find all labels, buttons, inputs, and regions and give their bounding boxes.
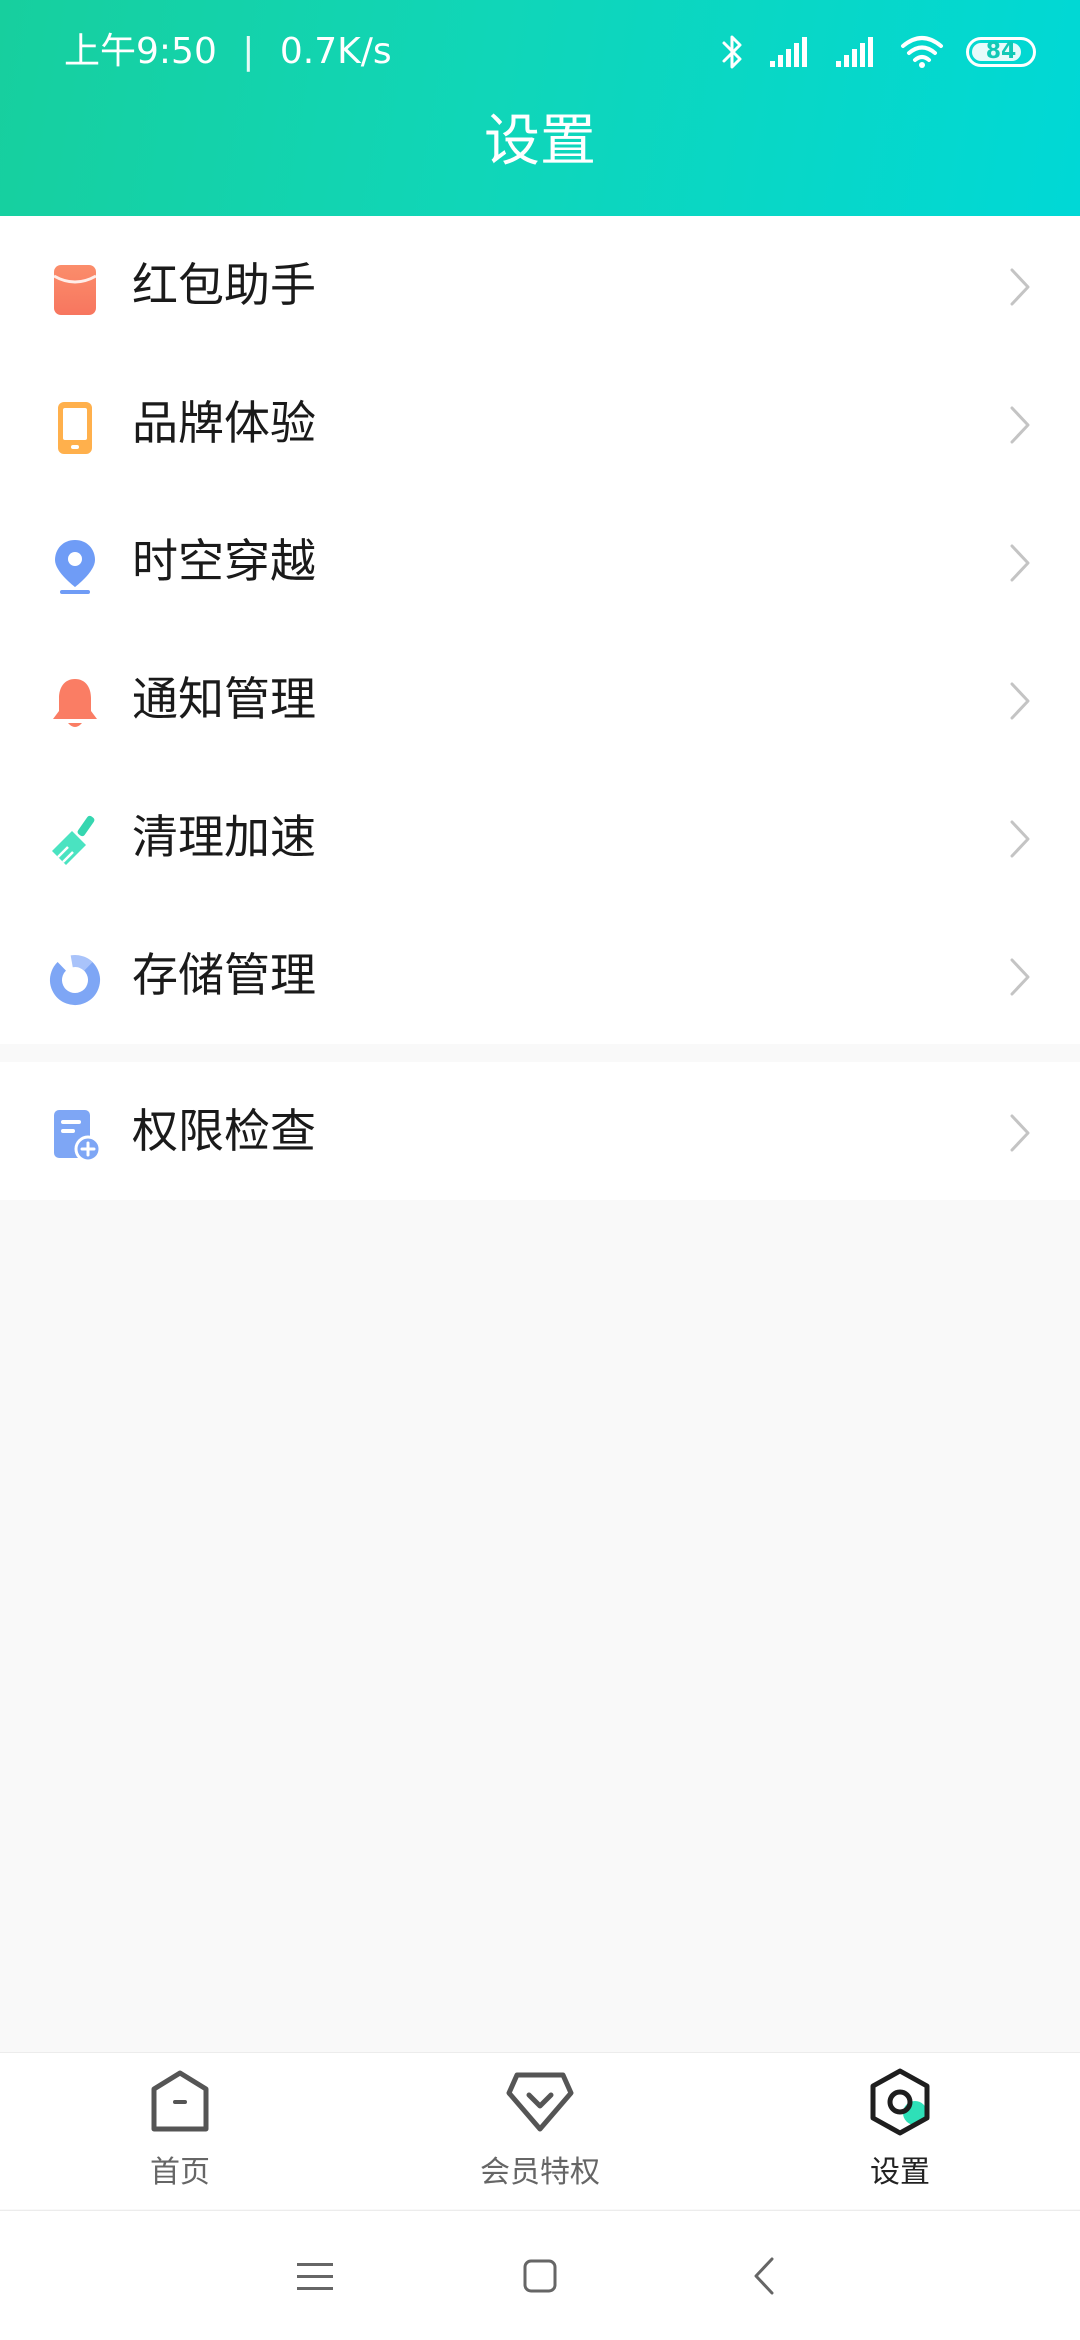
header: 上午9:50 | 0.7K/s 84 设置 <box>0 0 1080 216</box>
bell-icon <box>53 679 97 727</box>
settings-icon <box>870 2068 930 2136</box>
chevron-right-icon <box>1010 958 1030 996</box>
nav-item-home[interactable]: 首页 <box>0 2053 360 2209</box>
location-pin-icon <box>55 540 95 594</box>
permission-doc-icon <box>54 1110 102 1163</box>
status-time: 上午9:50 | 0.7K/s <box>64 24 392 80</box>
settings-screen: 上午9:50 | 0.7K/s 84 设置 红包助手 品牌体验 时空穿越 通知管… <box>0 0 1080 2340</box>
vip-icon <box>506 2072 574 2132</box>
chevron-right-icon <box>1010 820 1030 858</box>
settings-list: 红包助手 品牌体验 时空穿越 通知管理 清理加速 存储管理 <box>0 216 1080 1044</box>
network-speed: 0.7K/s <box>279 31 392 72</box>
menu-icon[interactable] <box>291 2251 341 2301</box>
status-clock: 上午9:50 <box>64 31 217 72</box>
menu-item-label: 权限检查 <box>132 1104 316 1158</box>
settings-list-secondary: 权限检查 <box>0 1062 1080 1200</box>
menu-item-brand-experience[interactable]: 品牌体验 <box>0 354 1080 492</box>
menu-item-permission-check[interactable]: 权限检查 <box>0 1062 1080 1200</box>
menu-item-clean-boost[interactable]: 清理加速 <box>0 768 1080 906</box>
home-icon <box>151 2070 209 2132</box>
back-icon[interactable] <box>742 2251 792 2301</box>
nav-item-vip[interactable]: 会员特权 <box>360 2053 720 2209</box>
battery-icon: 84 <box>966 37 1036 67</box>
menu-item-label: 清理加速 <box>132 810 316 864</box>
broom-icon <box>52 815 95 865</box>
home-square-icon[interactable] <box>515 2251 565 2301</box>
nav-item-settings[interactable]: 设置 <box>720 2053 1080 2209</box>
menu-item-red-envelope[interactable]: 红包助手 <box>0 216 1080 354</box>
wifi-icon <box>901 36 943 68</box>
chevron-right-icon <box>1010 544 1030 582</box>
phone-icon <box>58 402 92 454</box>
menu-item-label: 红包助手 <box>132 258 316 312</box>
chevron-right-icon <box>1010 1114 1030 1152</box>
bluetooth-icon <box>722 35 742 69</box>
chevron-right-icon <box>1010 268 1030 306</box>
storage-pie-icon <box>50 955 100 1005</box>
red-envelope-icon <box>53 265 97 315</box>
menu-item-label: 存储管理 <box>132 948 316 1002</box>
signal-icon <box>770 37 807 67</box>
system-nav-bar <box>0 2210 1080 2340</box>
status-separator: | <box>242 31 255 72</box>
signal-icon-2 <box>836 37 873 67</box>
menu-item-label: 品牌体验 <box>132 396 316 450</box>
menu-item-time-travel[interactable]: 时空穿越 <box>0 492 1080 630</box>
nav-label: 设置 <box>870 2155 930 2190</box>
menu-item-label: 通知管理 <box>132 672 316 726</box>
menu-item-storage[interactable]: 存储管理 <box>0 906 1080 1044</box>
nav-label: 会员特权 <box>480 2155 600 2190</box>
chevron-right-icon <box>1010 406 1030 444</box>
chevron-right-icon <box>1010 682 1030 720</box>
nav-label: 首页 <box>150 2155 210 2190</box>
bottom-nav: 首页 会员特权 设置 <box>0 2052 1080 2209</box>
page-title: 设置 <box>484 109 596 174</box>
status-icons: 84 <box>720 28 1036 76</box>
menu-item-label: 时空穿越 <box>132 534 316 588</box>
menu-item-notifications[interactable]: 通知管理 <box>0 630 1080 768</box>
battery-level: 84 <box>985 39 1017 64</box>
